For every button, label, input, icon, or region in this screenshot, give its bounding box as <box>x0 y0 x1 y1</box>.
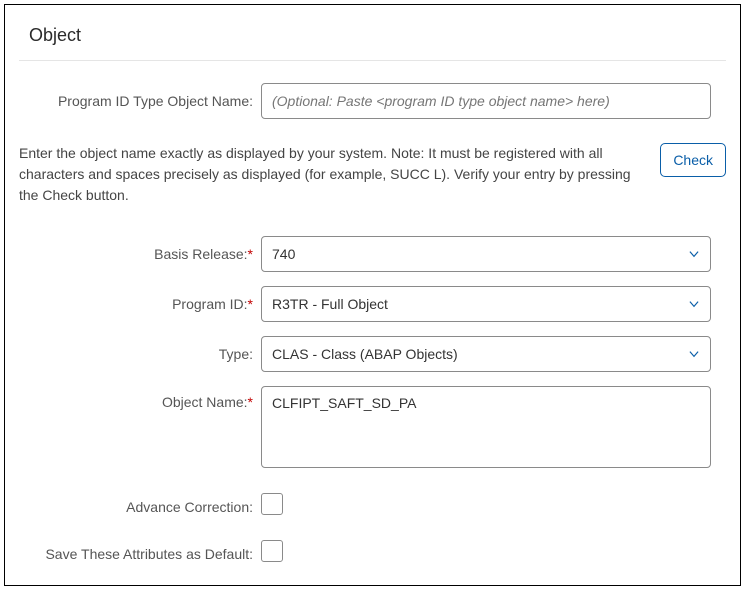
advance-correction-checkbox[interactable] <box>261 493 283 515</box>
type-row: Type: <box>19 336 726 372</box>
check-button[interactable]: Check <box>660 143 726 177</box>
program-id-type-object-name-input[interactable] <box>261 83 711 119</box>
required-marker: * <box>248 246 253 262</box>
object-panel: Object Program ID Type Object Name: Ente… <box>4 4 741 586</box>
program-id-value[interactable] <box>261 286 711 322</box>
help-row: Enter the object name exactly as display… <box>19 143 726 206</box>
program-id-type-object-name-row: Program ID Type Object Name: <box>19 83 726 119</box>
object-name-row: Object Name:* <box>19 386 726 473</box>
basis-release-row: Basis Release:* <box>19 236 726 272</box>
required-marker: * <box>248 296 253 312</box>
program-id-type-object-name-label: Program ID Type Object Name: <box>19 93 261 109</box>
panel-title: Object <box>19 25 726 61</box>
help-text: Enter the object name exactly as display… <box>19 143 642 206</box>
basis-release-value[interactable] <box>261 236 711 272</box>
type-label: Type: <box>19 346 261 362</box>
save-default-checkbox[interactable] <box>261 540 283 562</box>
advance-correction-row: Advance Correction: <box>19 493 726 520</box>
object-name-input[interactable] <box>261 386 711 468</box>
basis-release-label: Basis Release:* <box>19 246 261 262</box>
program-id-select[interactable] <box>261 286 711 322</box>
required-marker: * <box>248 394 253 410</box>
advance-correction-label: Advance Correction: <box>19 499 261 515</box>
save-default-row: Save These Attributes as Default: <box>19 540 726 567</box>
program-id-label: Program ID:* <box>19 296 261 312</box>
program-id-row: Program ID:* <box>19 286 726 322</box>
type-value[interactable] <box>261 336 711 372</box>
object-name-label: Object Name:* <box>19 386 261 410</box>
basis-release-select[interactable] <box>261 236 711 272</box>
save-default-label: Save These Attributes as Default: <box>19 546 261 562</box>
type-select[interactable] <box>261 336 711 372</box>
